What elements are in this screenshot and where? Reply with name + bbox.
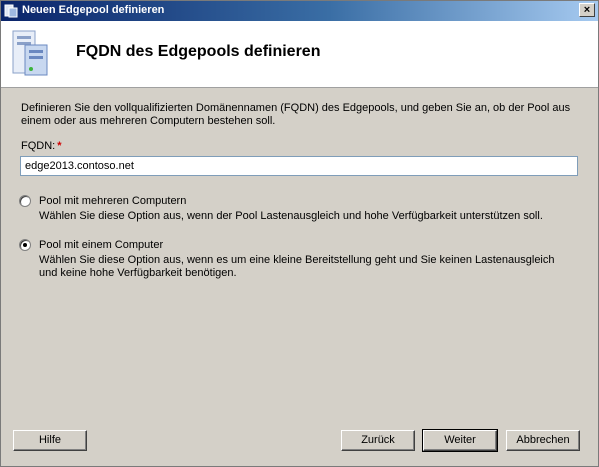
app-icon xyxy=(4,4,18,18)
fqdn-label-text: FQDN: xyxy=(21,140,56,152)
radio-single-computer[interactable] xyxy=(19,239,31,251)
radio-multi-computer[interactable] xyxy=(19,195,31,207)
fqdn-label: FQDN: * xyxy=(21,140,62,152)
wizard-header: FQDN des Edgepools definieren xyxy=(1,21,598,88)
option-description: Wählen Sie diese Option aus, wenn der Po… xyxy=(39,210,543,222)
fqdn-input[interactable] xyxy=(20,156,578,176)
page-title: FQDN des Edgepools definieren xyxy=(76,43,321,60)
option-label: Pool mit einem Computer xyxy=(39,239,164,251)
back-button[interactable]: Zurück xyxy=(341,430,415,451)
help-button[interactable]: Hilfe xyxy=(13,430,87,451)
required-marker: * xyxy=(57,140,62,152)
title-bar[interactable]: Neuen Edgepool definieren × xyxy=(1,1,598,21)
dialog-window: Neuen Edgepool definieren × FQDN des Edg… xyxy=(0,0,599,467)
description-text: Definieren Sie den vollqualifizierten Do… xyxy=(21,102,571,127)
cancel-button[interactable]: Abbrechen xyxy=(506,430,580,451)
option-description: Wählen Sie diese Option aus, wenn es um … xyxy=(39,254,555,279)
window-title: Neuen Edgepool definieren xyxy=(22,4,165,16)
close-button[interactable]: × xyxy=(579,3,595,17)
server-icon xyxy=(12,30,48,76)
next-button[interactable]: Weiter xyxy=(422,429,498,452)
option-multi-computer[interactable]: Pool mit mehreren Computern Wählen Sie d… xyxy=(19,195,579,227)
option-single-computer[interactable]: Pool mit einem Computer Wählen Sie diese… xyxy=(19,239,579,284)
option-label: Pool mit mehreren Computern xyxy=(39,195,187,207)
